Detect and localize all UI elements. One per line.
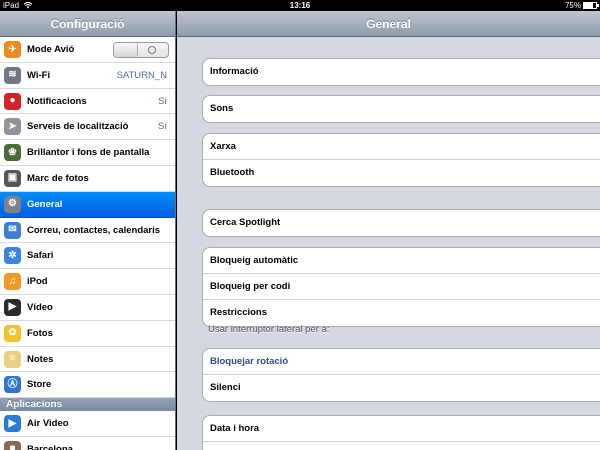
row-label: Informació	[210, 66, 259, 77]
sidebar-item-ipod[interactable]: ♫ iPod	[0, 269, 175, 295]
sidebar-item-notificacions[interactable]: ● Notificacions Sí	[0, 89, 175, 115]
mail-icon: ✉	[4, 221, 21, 239]
brightness-icon: ❀	[4, 144, 21, 162]
airplane-mode-toggle[interactable]	[113, 42, 169, 58]
row-teclat[interactable]: Teclat›	[203, 442, 600, 450]
settings-group: Bloqueig automàtic5 minuts›Bloqueig per …	[202, 247, 600, 327]
video-icon: ▶	[4, 298, 21, 316]
row-sons[interactable]: Sons›	[203, 96, 600, 122]
panel-title: General	[177, 11, 600, 37]
sidebar-item-brillantor-i-fons-de-pantalla[interactable]: ❀ Brillantor i fons de pantalla	[0, 140, 175, 166]
notifications-icon: ●	[4, 92, 21, 110]
sidebar-item-value: Sí	[158, 95, 167, 107]
sidebar-item-label: iPod	[27, 276, 48, 288]
clock: 13:16	[289, 1, 311, 10]
airplane-icon: ✈	[4, 41, 21, 58]
sidebar-item-label: Brillantor i fons de pantalla	[27, 147, 150, 159]
sidebar-item-marc-de-fotos[interactable]: ▣ Marc de fotos	[0, 166, 175, 192]
sidebar-item-label: Notificacions	[27, 95, 87, 107]
sidebar-item-correu-contactes-calendaris[interactable]: ✉ Correu, contactes, calendaris	[0, 218, 175, 244]
sidebar-item-value: Sí	[158, 121, 167, 133]
row-bloqueig-automatic[interactable]: Bloqueig automàtic5 minuts›	[203, 248, 600, 274]
status-bar: iPad 13:16 75%	[0, 0, 600, 11]
sidebar-item-value: SATURN_N	[116, 69, 168, 81]
settings-group: Sons›	[202, 95, 600, 123]
row-label: Sons	[210, 103, 234, 114]
row-label: Bloquejar rotació	[210, 356, 289, 367]
sidebar-item-store[interactable]: Ⓐ Store	[0, 372, 175, 399]
settings-sidebar: Configuració ✈ Mode Avió ≋ Wi-Fi SATURN_N ● No…	[0, 11, 176, 450]
row-bloquejar-rotacio[interactable]: Bloquejar rotació✓	[203, 349, 600, 375]
photo-frame-icon: ▣	[4, 169, 21, 187]
row-informacio[interactable]: Informació›	[203, 59, 600, 85]
row-label: Bloqueig per codi	[210, 281, 291, 292]
gear-icon: ⚙	[4, 195, 21, 213]
sidebar-item-label: General	[27, 198, 63, 210]
sidebar-item-serveis-de-localitzacio[interactable]: ➤ Serveis de localització Sí	[0, 114, 175, 141]
sidebar-item-label: Barcelona	[27, 443, 73, 450]
ipod-icon: ♫	[4, 273, 21, 291]
row-restriccions[interactable]: RestriccionsNo›	[203, 300, 600, 326]
row-label: Restriccions	[210, 307, 268, 318]
settings-group: Bloquejar rotació✓ Silenci	[202, 348, 600, 402]
settings-group: Informació›	[202, 58, 600, 86]
barcelona-icon: ■	[4, 440, 21, 450]
sidebar-item-safari[interactable]: ✲ Safari	[0, 243, 175, 270]
sidebar-item-label: Correu, contactes, calendaris	[27, 224, 161, 236]
settings-list: ✈ Mode Avió ≋ Wi-Fi SATURN_N ● Notificacions Sí…	[0, 37, 175, 450]
settings-group: Xarxa›BluetoothNo›	[202, 133, 600, 187]
row-label: Cerca Spotlight	[210, 217, 281, 228]
sidebar-item-general[interactable]: ⚙ General	[0, 191, 175, 218]
battery-icon	[583, 2, 599, 9]
safari-icon: ✲	[4, 247, 21, 265]
sidebar-item-fotos[interactable]: ✿ Fotos	[0, 321, 175, 347]
side-switch-header: Usar interruptor lateral per a:	[208, 324, 330, 335]
store-icon: Ⓐ	[4, 376, 21, 394]
settings-group: Cerca Spotlight›	[202, 209, 600, 237]
row-silenci[interactable]: Silenci	[203, 375, 600, 401]
sidebar-item-video[interactable]: ▶ Vídeo	[0, 295, 175, 321]
sidebar-item-mode-avio[interactable]: ✈ Mode Avió	[0, 37, 175, 63]
notes-icon: ≡	[4, 350, 21, 368]
wifi-icon: ≋	[4, 66, 21, 84]
sidebar-item-label: Notes	[27, 353, 54, 365]
photos-icon: ✿	[4, 324, 21, 342]
sidebar-item-label: Serveis de localització	[27, 121, 129, 133]
sidebar-item-label: Vídeo	[27, 301, 53, 313]
row-bloqueig-per-codi[interactable]: Bloqueig per codiNo›	[203, 274, 600, 300]
general-panel: General Informació› Sons› Xarxa›BluetoothN…	[177, 11, 600, 450]
sidebar-item-label: Store	[27, 379, 52, 391]
row-label: Data i hora	[210, 423, 260, 434]
row-data-i-hora[interactable]: Data i hora›	[203, 416, 600, 442]
toggle-off-indicator	[148, 46, 156, 54]
battery-percentage: 75%	[564, 1, 581, 10]
sidebar-item-label: Fotos	[27, 327, 53, 339]
row-bluetooth[interactable]: BluetoothNo›	[203, 160, 600, 186]
row-xarxa[interactable]: Xarxa›	[203, 134, 600, 160]
sidebar-item-notes[interactable]: ≡ Notes	[0, 347, 175, 373]
sidebar-title: Configuració	[0, 11, 175, 37]
row-cerca-spotlight[interactable]: Cerca Spotlight›	[203, 210, 600, 236]
row-label: Silenci	[210, 382, 241, 393]
row-label: Bloqueig automàtic	[210, 255, 299, 266]
air-video-icon: ▶	[4, 415, 21, 433]
sidebar-item-label: Mode Avió	[27, 44, 75, 55]
toggle-knob[interactable]	[114, 43, 138, 57]
sidebar-item-wi-fi[interactable]: ≋ Wi-Fi SATURN_N	[0, 63, 175, 89]
apps-section-header: Aplicacions	[0, 398, 175, 412]
sidebar-item-barcelona[interactable]: ■ Barcelona	[0, 437, 175, 450]
sidebar-item-label: Safari	[27, 250, 54, 262]
sidebar-item-label: Air Video	[27, 418, 69, 430]
row-label: Bluetooth	[210, 167, 255, 178]
sidebar-item-label: Marc de fotos	[27, 172, 89, 184]
sidebar-item-label: Wi-Fi	[27, 69, 51, 81]
location-icon: ➤	[4, 118, 21, 136]
settings-group: Data i hora›Teclat›	[202, 415, 600, 450]
sidebar-item-air-video[interactable]: ▶ Air Video	[0, 411, 175, 437]
row-label: Xarxa	[210, 141, 236, 152]
